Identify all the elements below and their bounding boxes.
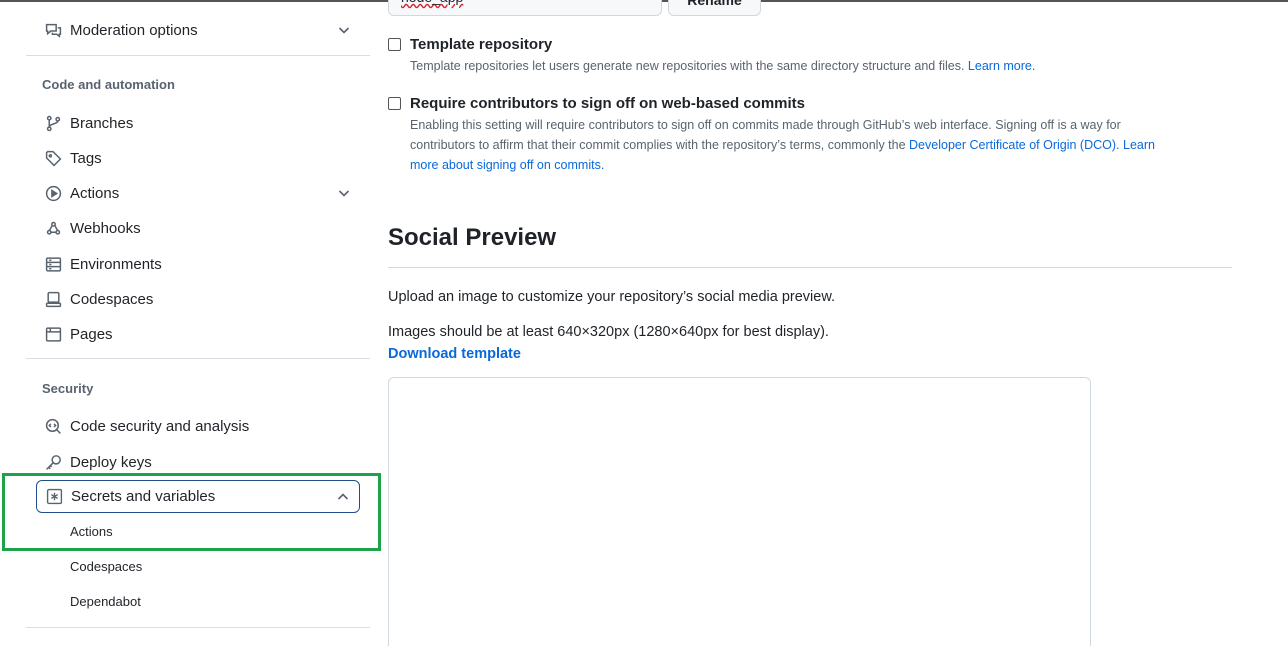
sidebar-divider [26, 358, 370, 359]
repository-name-value: node_app [401, 0, 463, 5]
sidebar-divider [26, 627, 370, 628]
sidebar-item-deploy-keys[interactable]: Deploy keys [36, 446, 360, 478]
sidebar-item-label: Tags [70, 149, 102, 167]
section-title-code-automation: Code and automation [42, 77, 175, 92]
sidebar-item-moderation-options[interactable]: Moderation options [36, 14, 360, 46]
webhook-icon [44, 219, 62, 237]
browser-icon [44, 325, 62, 343]
repository-name-input[interactable]: node_app [388, 0, 662, 16]
comment-discussion-icon [44, 21, 62, 39]
social-preview-image-box[interactable] [388, 377, 1091, 646]
social-preview-size-hint: Images should be at least 640×320px (128… [388, 324, 829, 340]
sidebar-item-label: Codespaces [70, 290, 154, 308]
codespaces-icon [44, 290, 62, 308]
key-icon [44, 453, 62, 471]
template-repository-checkbox[interactable] [388, 38, 401, 51]
play-icon [44, 184, 62, 202]
sidebar-item-environments[interactable]: Environments [36, 248, 360, 280]
codescan-icon [44, 417, 62, 435]
sidebar-item-label: Environments [70, 255, 162, 273]
sidebar-item-label: Code security and analysis [70, 417, 250, 435]
social-preview-description: Upload an image to customize your reposi… [388, 289, 836, 305]
sidebar-divider [26, 55, 370, 56]
settings-sidebar: Moderation options Code and automation B… [0, 0, 381, 646]
sidebar-subitem-dependabot[interactable]: Dependabot [70, 590, 141, 612]
sidebar-item-label: Deploy keys [70, 453, 152, 471]
learn-more-link[interactable]: Learn more. [968, 59, 1035, 73]
sidebar-item-branches[interactable]: Branches [36, 107, 360, 139]
social-preview-heading: Social Preview [388, 224, 557, 251]
sidebar-item-label: Moderation options [70, 21, 198, 39]
sidebar-item-label: Actions [70, 184, 120, 202]
template-repository-label: Template repository [410, 36, 553, 53]
settings-main: node_app Rename Template repository Temp… [388, 0, 1238, 646]
chevron-up-icon[interactable] [335, 489, 351, 505]
dco-link[interactable]: Developer Certificate of Origin (DCO). [909, 138, 1119, 152]
signoff-desc-line2: contributors to affirm that their commit… [410, 135, 1210, 155]
sidebar-item-label: Webhooks [70, 219, 141, 237]
learn-more-signoff-link[interactable]: Learn [1123, 138, 1155, 152]
signoff-checkbox[interactable] [388, 97, 401, 110]
chevron-down-icon[interactable] [336, 185, 352, 201]
template-repository-desc-text: Template repositories let users generate… [410, 59, 965, 73]
signoff-learn-more-continued-link[interactable]: more about signing off on commits. [410, 155, 1210, 175]
template-repository-description: Template repositories let users generate… [410, 56, 1210, 76]
git-branch-icon [44, 114, 62, 132]
sidebar-subitem-actions[interactable]: Actions [70, 520, 113, 542]
sidebar-item-secrets-variables[interactable]: Secrets and variables [36, 480, 360, 513]
rename-button[interactable]: Rename [668, 0, 761, 16]
sidebar-item-codespaces[interactable]: Codespaces [36, 283, 360, 315]
sidebar-item-tags[interactable]: Tags [36, 142, 360, 174]
key-asterisk-icon [45, 488, 63, 506]
section-title-security: Security [42, 381, 94, 396]
sidebar-item-code-security[interactable]: Code security and analysis [36, 410, 360, 442]
signoff-desc-line1: Enabling this setting will require contr… [410, 118, 1121, 132]
signoff-desc-text: contributors to affirm that their commit… [410, 138, 906, 152]
sidebar-item-label: Branches [70, 114, 134, 132]
chevron-down-icon[interactable] [336, 22, 352, 38]
sidebar-item-actions[interactable]: Actions [36, 177, 360, 209]
signoff-description: Enabling this setting will require contr… [410, 115, 1210, 175]
sidebar-item-pages[interactable]: Pages [36, 318, 360, 350]
server-icon [44, 255, 62, 273]
sidebar-subitem-codespaces[interactable]: Codespaces [70, 555, 142, 577]
sidebar-item-webhooks[interactable]: Webhooks [36, 212, 360, 244]
sidebar-item-label: Pages [70, 325, 113, 343]
signoff-label: Require contributors to sign off on web-… [410, 95, 806, 112]
tag-icon [44, 149, 62, 167]
section-divider [388, 267, 1232, 268]
download-template-link[interactable]: Download template [388, 346, 521, 362]
sidebar-item-label: Secrets and variables [71, 488, 216, 505]
